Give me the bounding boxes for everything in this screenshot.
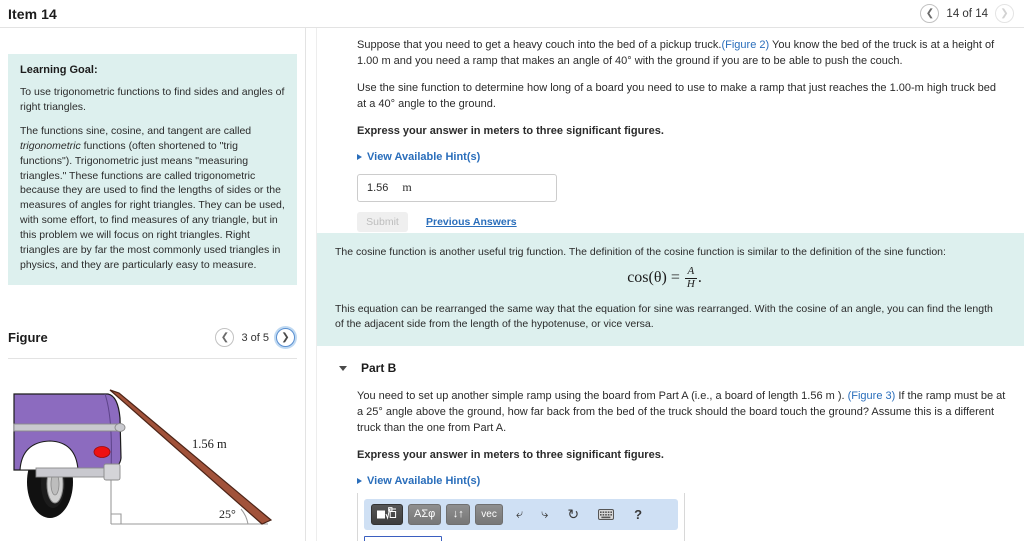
figure-pager-label: 3 of 5 [241,331,269,344]
part-b-content: You need to set up another simple ramp u… [317,389,1024,541]
part-b-answer-editor: ΑΣφ ↓↑ vec ⤶ ⤷ ↻ ? [357,492,686,541]
part-a-instruction: Use the sine function to determine how l… [357,81,996,110]
math-toolbar: ΑΣφ ↓↑ vec ⤶ ⤷ ↻ ? [364,498,678,530]
part-b-express: Express your answer in meters to three s… [357,448,664,461]
item-next-button[interactable]: ❯ [995,4,1014,23]
undo-icon[interactable]: ⤶ [513,506,526,522]
template-root-icon [377,507,397,520]
learning-goal-paragraph-2: The functions sine, cosine, and tangent … [20,124,285,273]
keyboard-glyph [598,508,615,520]
formula-numerator: A [687,265,695,278]
figure-next-button[interactable]: ❯ [276,328,295,347]
ramp-length-label: 1.56 m [192,437,227,451]
part-b-label: Part B [361,361,397,375]
keyboard-icon[interactable] [595,508,617,520]
learning-goal-box: Learning Goal: To use trigonometric func… [8,54,297,285]
figure-header: Figure ❮ 3 of 5 ❯ [0,328,305,347]
part-b-hints-toggle[interactable]: View Available Hint(s) [357,475,1006,487]
redo-icon[interactable]: ⤷ [538,506,551,522]
explanation-text-2: This equation can be rearranged the same… [335,302,993,331]
greek-symbols-button[interactable]: ΑΣφ [408,503,442,525]
left-panel: Learning Goal: To use trigonometric func… [0,28,305,541]
formula-fraction: A H [684,265,697,291]
part-b-header[interactable]: Part B [317,355,1024,381]
assignment-page: Item 14 ❮ 14 of 14 ❯ Learning Goal: To u… [0,0,1024,541]
part-a-answer-field[interactable]: 1.56 m [357,173,557,202]
learning-goal-paragraph-1: To use trigonometric functions to find s… [20,86,285,113]
reset-icon[interactable]: ↻ [564,506,582,523]
top-bar: Item 14 ❮ 14 of 14 ❯ [0,0,1024,27]
figure-title: Figure [8,330,48,345]
triangle-right-icon [357,153,362,160]
part-a-answer-value: 1.56 [367,181,389,194]
explanation-text-1: The cosine function is another useful tr… [335,246,946,258]
part-b-body: You need to set up another simple ramp u… [317,389,1024,541]
column-divider [305,28,306,541]
part-b-answer-input[interactable] [364,535,442,541]
triangle-right-icon [357,477,362,484]
page-title: Item 14 [8,5,57,22]
ramp-board [109,389,273,525]
part-b-question: You need to set up another simple ramp u… [357,389,1006,437]
figure-3-link[interactable]: (Figure 3) [848,390,896,402]
part-a-answer-unit: m [402,180,412,195]
sub-superscript-button[interactable]: ↓↑ [446,503,471,525]
part-b-hints-label: View Available Hint(s) [367,474,481,487]
item-prev-button[interactable]: ❮ [920,4,940,23]
lg-p2-b: functions (often shortened to "trig func… [20,139,285,271]
lg-p2-a: The functions sine, cosine, and tangent … [20,124,252,137]
item-pager: ❮ 14 of 14 ❯ [920,4,1024,23]
truck-ramp-diagram: 1.56 m 25° [13,389,273,525]
cosine-formula: cos(θ) = A H . [335,265,994,291]
part-a-submit-button[interactable]: Submit [357,211,408,232]
figure-illustration: 1.56 m 25° [0,372,305,541]
figure-divider [8,358,297,359]
ramp-angle-label: 25° [219,507,236,521]
figure-prev-button[interactable]: ❮ [215,328,235,347]
part-a-express: Express your answer in meters to three s… [357,124,664,137]
figure-pager: ❮ 3 of 5 ❯ [215,328,295,347]
part-b-question-a: You need to set up another simple ramp u… [357,390,848,402]
part-b-answer-row: m [364,530,686,541]
page-scrollbar[interactable] [1019,28,1024,541]
part-a-submit-row: Submit Previous Answers [357,211,1006,232]
figure-2-link[interactable]: (Figure 2) [721,39,769,51]
part-a-intro: Suppose that you need to get a heavy cou… [357,38,1006,70]
formula-lhs: cos(θ) = [627,269,680,287]
explanation-box: The cosine function is another useful tr… [317,233,1024,347]
formula-denominator: H [684,278,697,291]
item-pager-label: 14 of 14 [946,7,988,20]
vector-button[interactable]: vec [475,503,503,525]
help-icon[interactable]: ? [631,507,645,522]
truck-body [13,393,126,481]
chevron-down-icon [339,365,347,371]
template-root-button[interactable] [371,503,403,525]
lg-p2-emphasis: trigonometric [20,139,81,152]
part-a-hints-label: View Available Hint(s) [367,150,481,163]
part-a-hints-toggle[interactable]: View Available Hint(s) [357,151,1006,163]
formula-period: . [697,269,702,287]
part-a-previous-answers-link[interactable]: Previous Answers [426,216,517,228]
learning-goal-title: Learning Goal: [20,64,98,76]
part-a-intro-a: Suppose that you need to get a heavy cou… [357,39,722,51]
